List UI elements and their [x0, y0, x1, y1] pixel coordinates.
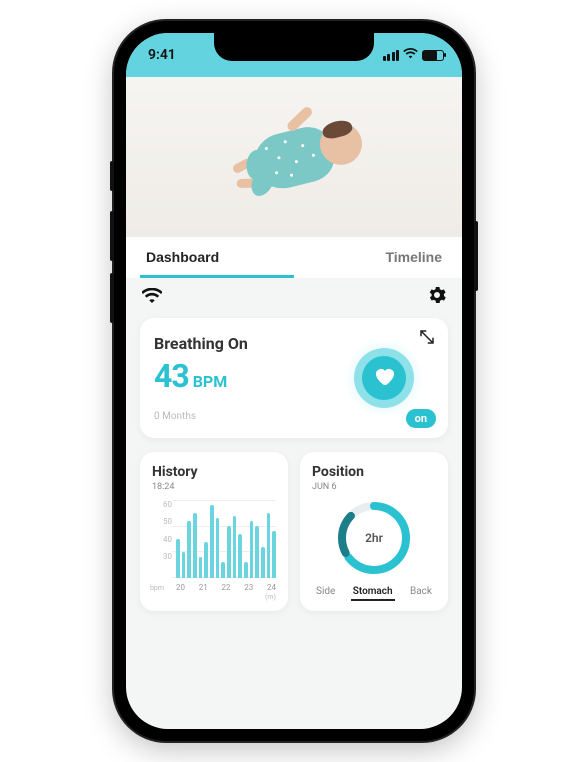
wifi-status-icon — [403, 47, 418, 63]
breathing-toggle[interactable]: on — [406, 409, 436, 428]
bar — [187, 521, 191, 578]
tab-dashboard[interactable]: Dashboard — [140, 237, 294, 278]
position-tab-stomach[interactable]: Stomach — [351, 584, 395, 601]
tabs: Dashboard Timeline — [126, 237, 462, 278]
bar — [216, 518, 220, 578]
bar — [250, 521, 254, 578]
history-chart: 60504030 2021222324 (m) bpm — [152, 500, 276, 592]
bar — [182, 552, 186, 578]
position-title: Position — [312, 464, 436, 480]
volume-up-button — [110, 211, 114, 261]
gear-icon[interactable] — [428, 286, 446, 304]
position-date: JUN 6 — [312, 482, 436, 492]
bar — [176, 539, 180, 578]
bpm-value: 43 — [154, 357, 189, 395]
breathing-title: Breathing On — [154, 334, 248, 353]
bar — [204, 542, 208, 578]
wifi-icon[interactable] — [142, 288, 162, 303]
bar — [233, 516, 237, 578]
position-tab-side[interactable]: Side — [314, 584, 337, 601]
notch — [214, 33, 374, 61]
expand-icon[interactable] — [418, 328, 436, 350]
history-card[interactable]: History 18:24 60504030 2021222324 (m) bp… — [140, 452, 288, 611]
breathing-card: Breathing On 43 BPM 0 Months — [140, 318, 448, 438]
status-time: 9:41 — [148, 47, 176, 63]
bar — [255, 526, 259, 578]
bar — [244, 562, 248, 578]
position-center-value: 2hr — [334, 498, 414, 578]
bar — [221, 562, 225, 578]
y-axis-unit: bpm — [150, 584, 164, 592]
bar — [227, 526, 231, 578]
status-right — [383, 47, 445, 63]
position-ring: 2hr — [334, 498, 414, 578]
bar — [210, 505, 214, 578]
history-time: 18:24 — [152, 482, 276, 492]
history-title: History — [152, 464, 276, 480]
camera-preview[interactable] — [126, 77, 462, 237]
power-button — [474, 221, 478, 291]
tab-timeline[interactable]: Timeline — [294, 237, 448, 278]
cellular-signal-icon — [383, 50, 400, 61]
age-label: 0 Months — [154, 411, 248, 422]
bar — [193, 513, 197, 578]
content: Breathing On 43 BPM 0 Months — [126, 312, 462, 629]
bar — [261, 547, 265, 578]
volume-down-button — [110, 273, 114, 323]
position-tab-back[interactable]: Back — [408, 584, 434, 601]
baby-illustration — [249, 122, 340, 195]
bpm-unit: BPM — [193, 372, 228, 391]
bar — [267, 513, 271, 578]
bpm-reading: 43 BPM — [154, 357, 248, 395]
toolbar — [126, 278, 462, 312]
bar — [199, 557, 203, 578]
battery-icon — [422, 50, 444, 61]
heart-icon — [372, 364, 396, 392]
position-tabs: Side Stomach Back — [312, 584, 436, 601]
side-button — [110, 161, 114, 191]
x-axis-unit: (m) — [265, 593, 276, 601]
position-card[interactable]: Position JUN 6 2hr Side — [300, 452, 448, 611]
bar — [272, 531, 276, 578]
phone-frame: 9:41 — [114, 21, 474, 741]
bar — [238, 534, 242, 578]
heart-indicator — [344, 338, 424, 418]
screen: 9:41 — [126, 33, 462, 729]
